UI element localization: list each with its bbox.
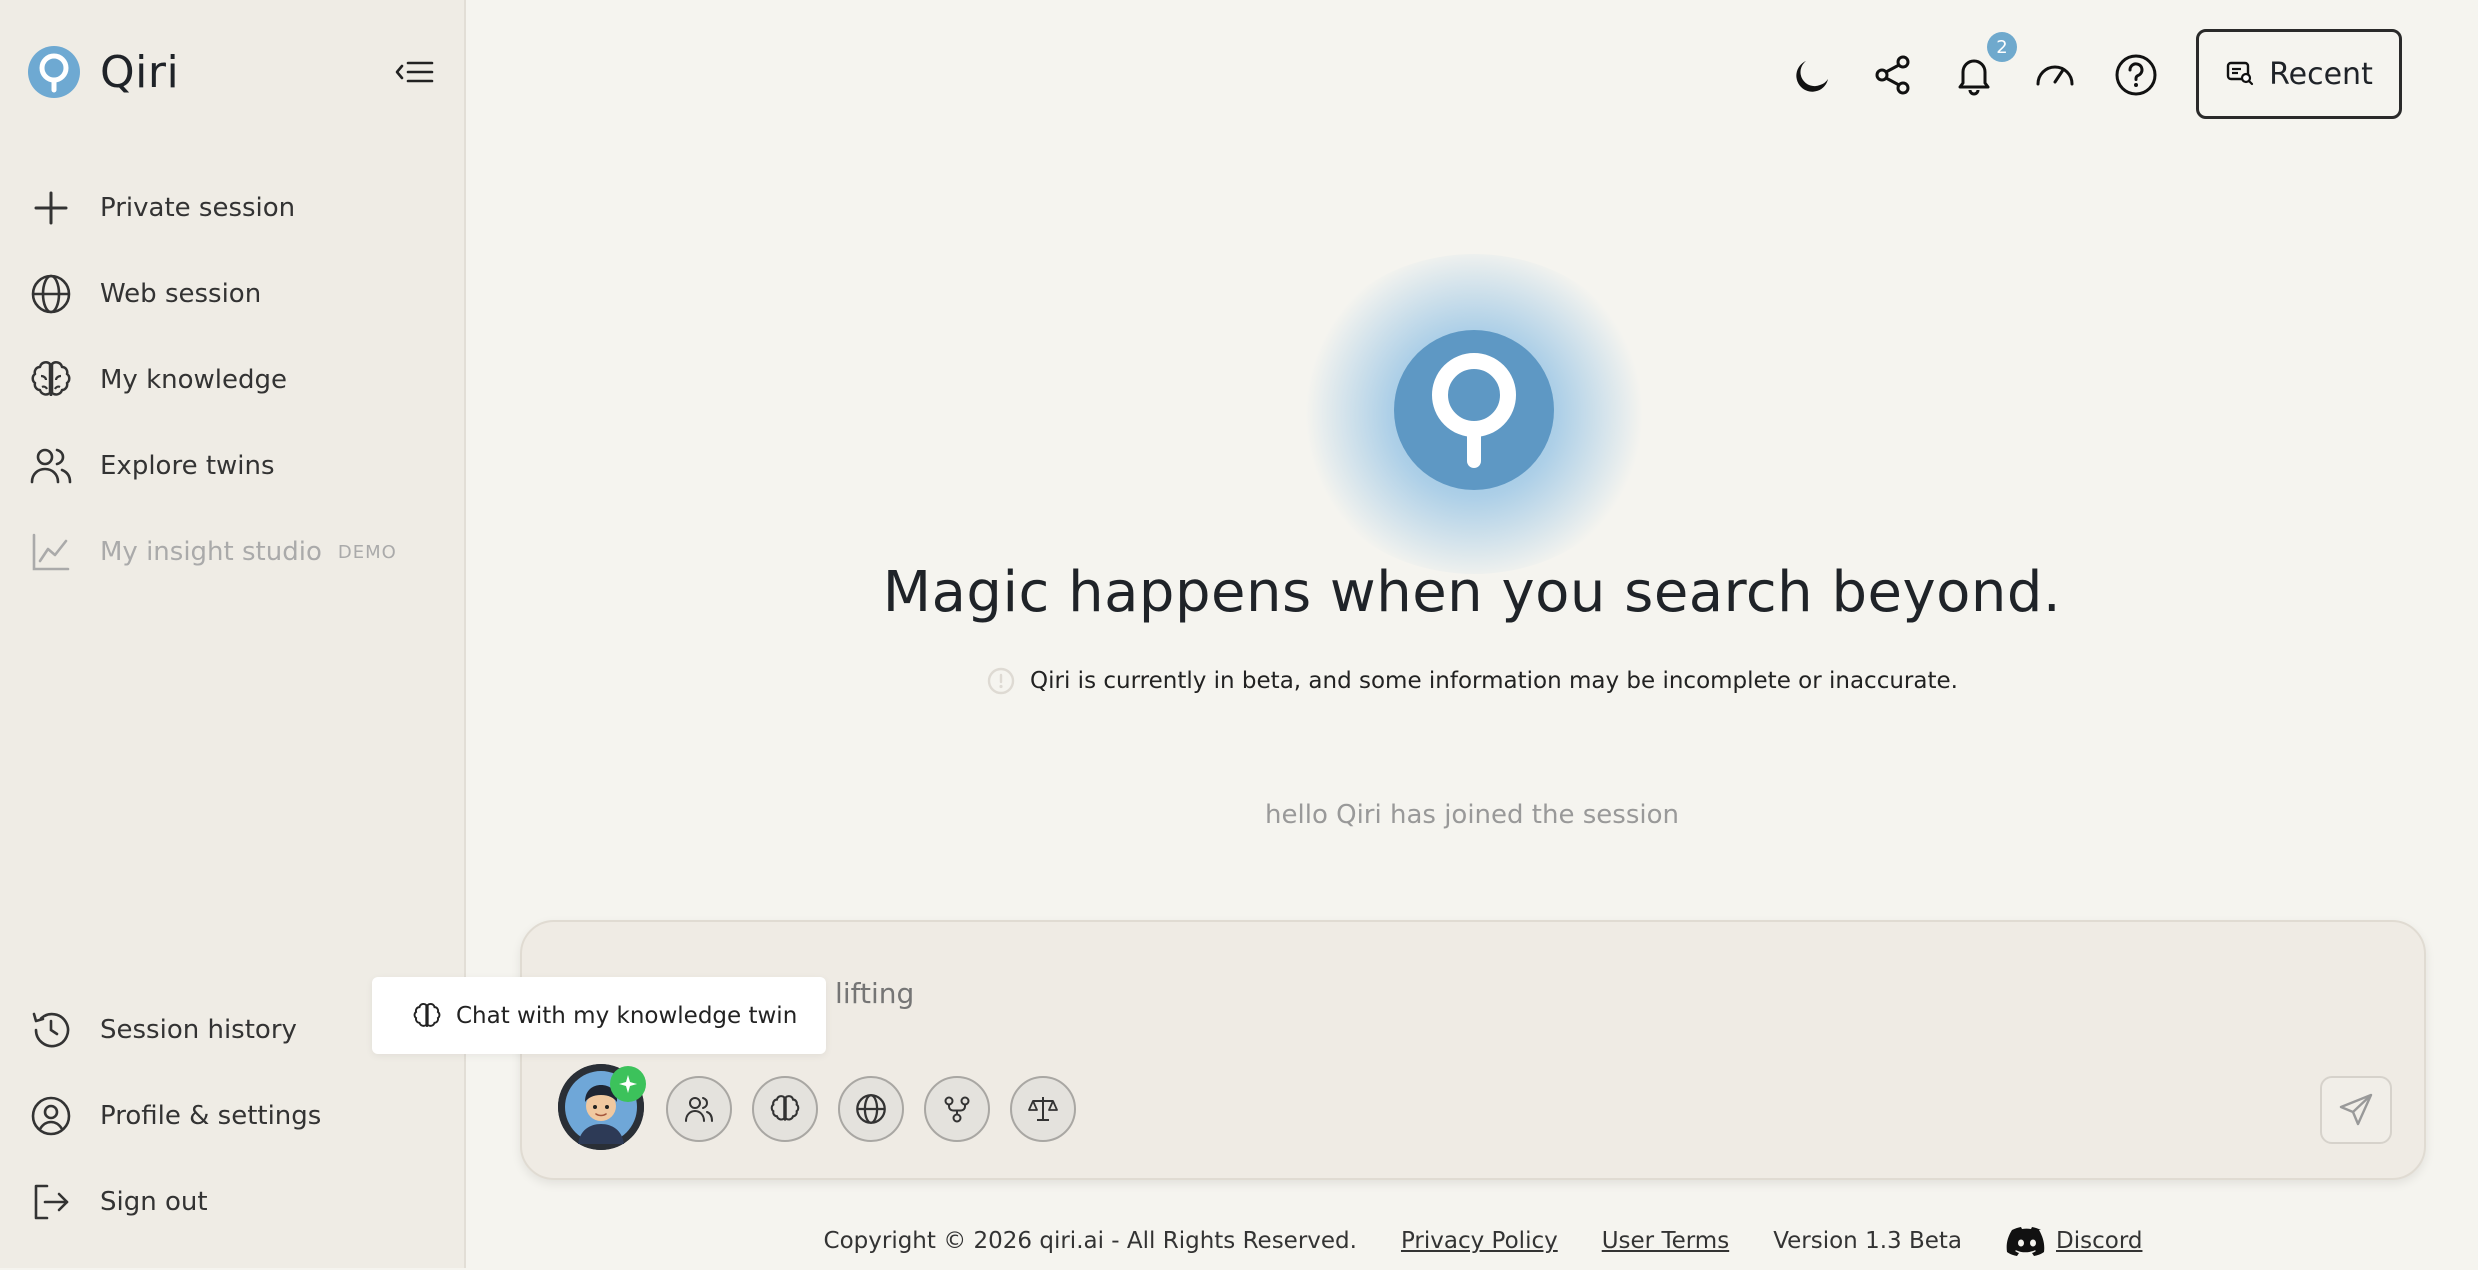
web-tool-button[interactable]	[838, 1076, 904, 1142]
users-icon	[28, 443, 74, 489]
twins-tool-button[interactable]	[666, 1076, 732, 1142]
sidebar-item-label: Session history	[100, 1015, 297, 1045]
sidebar-item-label: Profile & settings	[100, 1101, 322, 1131]
brain-icon	[770, 1095, 800, 1121]
plus-icon	[28, 185, 74, 231]
bell-icon	[1958, 59, 1990, 96]
sidebar-item-my-knowledge[interactable]: My knowledge	[28, 350, 287, 410]
compare-tool-button[interactable]	[1010, 1076, 1076, 1142]
chat-input[interactable]	[582, 962, 2286, 1024]
qiri-logo-icon	[1432, 353, 1516, 468]
scale-icon	[1028, 1097, 1058, 1121]
collapse-sidebar-button[interactable]	[390, 52, 440, 92]
version-text: Version 1.3 Beta	[1773, 1228, 1963, 1254]
sidebar-item-label: My knowledge	[100, 365, 288, 395]
collapse-menu-icon	[395, 61, 434, 83]
user-circle-icon	[28, 1093, 74, 1139]
session-join-message: hello Qiri has joined the session	[1265, 800, 1679, 830]
page-headline: Magic happens when you search beyond.	[882, 560, 2062, 625]
globe-icon	[856, 1094, 886, 1124]
knowledge-twin-tooltip: Chat with my knowledge twin	[372, 977, 826, 1054]
info-icon	[987, 667, 1015, 695]
share-button[interactable]	[1868, 50, 1918, 100]
sparkle-icon	[619, 1075, 637, 1093]
brand[interactable]: Qiri	[28, 44, 179, 100]
send-icon	[2339, 1093, 2373, 1126]
notification-count-badge: 2	[1987, 32, 2017, 62]
help-icon	[2115, 54, 2157, 96]
recent-button[interactable]: Recent	[2196, 29, 2402, 119]
user-terms-link[interactable]: User Terms	[1602, 1228, 1729, 1254]
branch-tool-button[interactable]	[924, 1076, 990, 1142]
hero-logo	[1394, 330, 1554, 490]
users-icon	[685, 1097, 713, 1122]
history-icon	[28, 1007, 74, 1053]
sidebar-item-profile-settings[interactable]: Profile & settings	[28, 1086, 321, 1146]
share-icon	[1875, 55, 1910, 95]
gauge-icon	[2036, 65, 2074, 86]
privacy-policy-link[interactable]: Privacy Policy	[1401, 1228, 1558, 1254]
recent-chats-icon	[2226, 61, 2254, 86]
dark-mode-toggle[interactable]	[1787, 50, 1837, 100]
copyright-text: Copyright © 2026 qiri.ai - All Rights Re…	[823, 1228, 1357, 1254]
sidebar-item-label: Private session	[100, 193, 296, 223]
globe-icon	[28, 271, 74, 317]
sidebar-item-label: Explore twins	[100, 451, 275, 481]
chart-line-icon	[28, 529, 74, 575]
sidebar-item-label: Web session	[100, 279, 262, 309]
sidebar-item-explore-twins[interactable]: Explore twins	[28, 436, 275, 496]
help-button[interactable]	[2111, 50, 2161, 100]
sidebar: Qiri Private session Web session My know…	[0, 0, 466, 1268]
sidebar-item-label: Sign out	[100, 1187, 208, 1217]
sidebar-item-session-history[interactable]: Session history	[28, 1000, 297, 1060]
beta-notice-text: Qiri is currently in beta, and some info…	[1030, 668, 1958, 694]
discord-link[interactable]: Discord	[2056, 1228, 2142, 1254]
discord-link-group[interactable]: Discord	[2006, 1226, 2142, 1256]
qiri-logo-icon	[28, 46, 80, 98]
sidebar-item-web-session[interactable]: Web session	[28, 264, 261, 324]
moon-icon	[1796, 61, 1828, 92]
send-button[interactable]	[2320, 1076, 2392, 1144]
sidebar-item-label: My insight studio	[100, 537, 322, 567]
brain-icon	[413, 1002, 441, 1027]
brand-name: Qiri	[100, 46, 180, 98]
knowledge-tool-button[interactable]	[752, 1076, 818, 1142]
usage-button[interactable]	[2030, 50, 2080, 100]
sidebar-item-sign-out[interactable]: Sign out	[28, 1172, 208, 1232]
recent-button-label: Recent	[2269, 56, 2373, 92]
sidebar-item-private-session[interactable]: Private session	[28, 178, 295, 238]
discord-icon	[2006, 1227, 2045, 1256]
demo-tag: DEMO	[337, 541, 397, 563]
branch-icon	[944, 1096, 970, 1123]
sign-out-icon	[28, 1179, 74, 1225]
brain-icon	[28, 357, 74, 403]
sidebar-item-insight-studio[interactable]: My insight studio DEMO	[28, 522, 397, 582]
tooltip-text: Chat with my knowledge twin	[456, 1002, 798, 1029]
online-sparkle-badge	[610, 1066, 646, 1102]
beta-notice: Qiri is currently in beta, and some info…	[466, 666, 2478, 696]
footer: Copyright © 2026 qiri.ai - All Rights Re…	[466, 1210, 2478, 1270]
